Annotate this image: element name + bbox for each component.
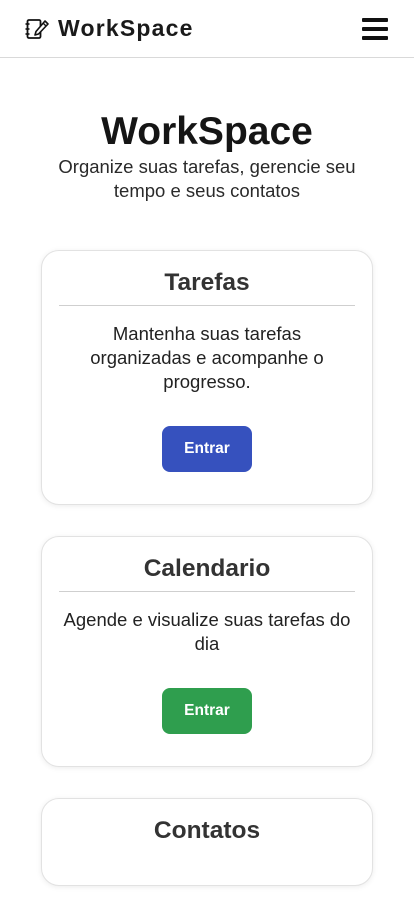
brand-name: WorkSpace xyxy=(58,15,194,41)
card-title: Tarefas xyxy=(59,269,355,306)
card-title: Calendario xyxy=(59,555,355,592)
feature-cards: Tarefas Mantenha suas tarefas organizada… xyxy=(41,250,373,917)
menu-bar-1 xyxy=(362,17,388,22)
page-subtitle: Organize suas tarefas, gerencie seu temp… xyxy=(58,156,356,201)
card-description: Agende e visualize suas tarefas do dia xyxy=(63,609,351,654)
tarefas-enter-button[interactable]: Entrar xyxy=(162,426,252,472)
notebook-pen-icon xyxy=(25,18,49,39)
card-calendario: Calendario Agende e visualize suas taref… xyxy=(41,536,373,767)
card-title: Contatos xyxy=(153,817,261,844)
card-contatos: Contatos xyxy=(41,798,373,886)
card-tarefas: Tarefas Mantenha suas tarefas organizada… xyxy=(41,250,373,505)
hero-section: WorkSpace Organize suas tarefas, gerenci… xyxy=(0,58,414,203)
menu-bar-3 xyxy=(362,35,388,40)
calendario-enter-button[interactable]: Entrar xyxy=(162,688,252,734)
brand[interactable]: WorkSpace xyxy=(25,15,194,42)
hamburger-menu-icon[interactable] xyxy=(362,17,388,40)
menu-bar-2 xyxy=(362,26,388,31)
card-description: Mantenha suas tarefas organizadas e acom… xyxy=(90,323,324,392)
top-navbar: WorkSpace xyxy=(0,0,414,58)
page-title: WorkSpace xyxy=(101,110,313,153)
